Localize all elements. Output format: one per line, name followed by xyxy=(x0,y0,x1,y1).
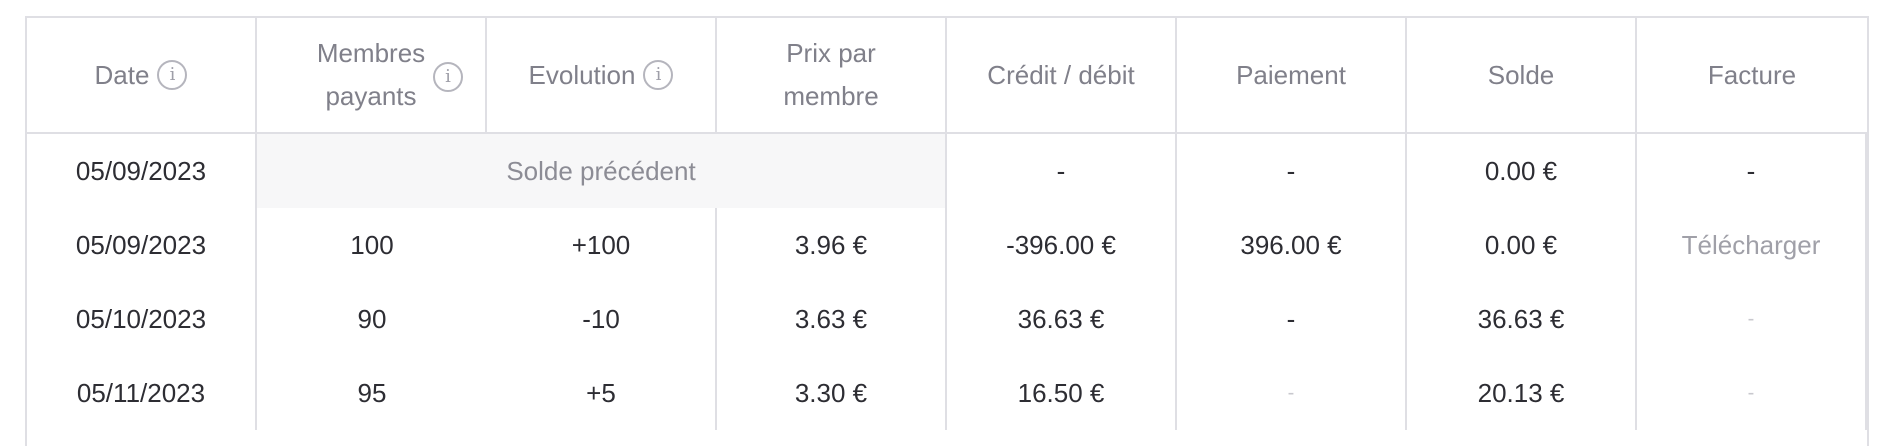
table-header: Date i Membres payants i Evolution i Pri… xyxy=(27,18,1867,134)
cell-payment: - xyxy=(1177,356,1407,430)
header-balance: Solde xyxy=(1407,18,1637,134)
cell-credit-debit: -396.00 € xyxy=(947,208,1177,282)
cell-date: 05/11/2023 xyxy=(27,356,257,430)
download-invoice-link[interactable]: Télécharger xyxy=(1637,208,1867,282)
cell-members: 90 xyxy=(357,303,387,334)
cell-price: 3.30 € xyxy=(717,356,947,430)
header-price-per-member: Prix par membre xyxy=(717,18,947,134)
cell-members: 100 xyxy=(350,229,394,260)
cell-payment: - xyxy=(1177,134,1407,208)
previous-balance-cell: Solde précédent xyxy=(257,134,947,208)
cell-balance: 0.00 € xyxy=(1407,134,1637,208)
billing-table: Date i Membres payants i Evolution i Pri… xyxy=(25,16,1869,446)
cell-credit-debit: 36.63 € xyxy=(947,282,1177,356)
cell-date: 05/09/2023 xyxy=(27,208,257,282)
cell-balance: 36.63 € xyxy=(1407,282,1637,356)
cell-members: 95 xyxy=(357,377,387,408)
cell-evolution: -10 xyxy=(487,282,717,356)
cell-date: 05/09/2023 xyxy=(27,134,257,208)
cell-credit-debit: - xyxy=(947,134,1177,208)
cell-invoice: - xyxy=(1637,356,1867,430)
header-members: Membres payants i xyxy=(257,18,487,134)
cell-evolution: +5 xyxy=(487,356,717,430)
cell-price: 3.96 € xyxy=(717,208,947,282)
cell-invoice: - xyxy=(1637,134,1867,208)
table-body: 05/09/2023 Solde précédent - - 0.00 € - … xyxy=(27,134,1867,430)
info-icon[interactable]: i xyxy=(157,60,188,90)
header-payment: Paiement xyxy=(1177,18,1407,134)
cell-invoice: - xyxy=(1637,282,1867,356)
header-invoice: Facture xyxy=(1637,18,1867,134)
header-date: Date i xyxy=(27,18,257,134)
cell-price: 3.63 € xyxy=(717,282,947,356)
cell-payment: - xyxy=(1177,282,1407,356)
cell-credit-debit: 16.50 € xyxy=(947,356,1177,430)
cell-payment: 396.00 € xyxy=(1177,208,1407,282)
header-evolution: Evolution i xyxy=(487,18,717,134)
info-icon[interactable]: i xyxy=(643,60,674,90)
info-icon[interactable]: i xyxy=(433,62,463,92)
cell-balance: 0.00 € xyxy=(1407,208,1637,282)
header-credit-debit: Crédit / débit xyxy=(947,18,1177,134)
cell-date: 05/10/2023 xyxy=(27,282,257,356)
cell-balance: 20.13 € xyxy=(1407,356,1637,430)
cell-evolution: +100 xyxy=(487,208,717,282)
